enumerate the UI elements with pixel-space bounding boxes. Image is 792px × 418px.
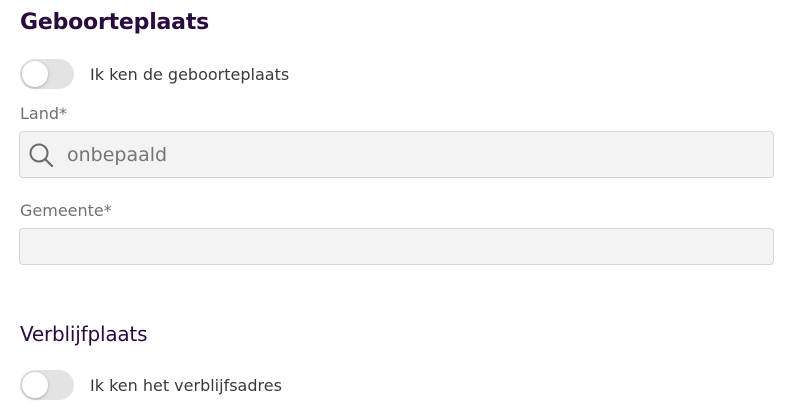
toggle-row-residence: Ik ken het verblijfsadres bbox=[20, 370, 282, 400]
toggle-row-birthplace: Ik ken de geboorteplaats bbox=[20, 59, 289, 89]
country-label: Land* bbox=[20, 104, 68, 123]
municipality-input[interactable] bbox=[19, 228, 774, 265]
municipality-label: Gemeente* bbox=[20, 201, 112, 220]
section-title-birthplace: Geboorteplaats bbox=[20, 10, 210, 35]
country-search-field[interactable] bbox=[19, 131, 774, 178]
residence-known-toggle[interactable] bbox=[20, 370, 74, 400]
form-page: Geboorteplaats Ik ken de geboorteplaats … bbox=[0, 0, 792, 418]
search-icon bbox=[29, 143, 54, 167]
birthplace-known-label: Ik ken de geboorteplaats bbox=[90, 64, 290, 84]
toggle-knob bbox=[22, 372, 48, 398]
country-search-input[interactable] bbox=[65, 142, 719, 167]
residence-known-label: Ik ken het verblijfsadres bbox=[90, 375, 282, 395]
birthplace-known-toggle[interactable] bbox=[20, 59, 74, 89]
toggle-knob bbox=[22, 61, 48, 87]
section-title-residence: Verblijfplaats bbox=[20, 322, 148, 346]
